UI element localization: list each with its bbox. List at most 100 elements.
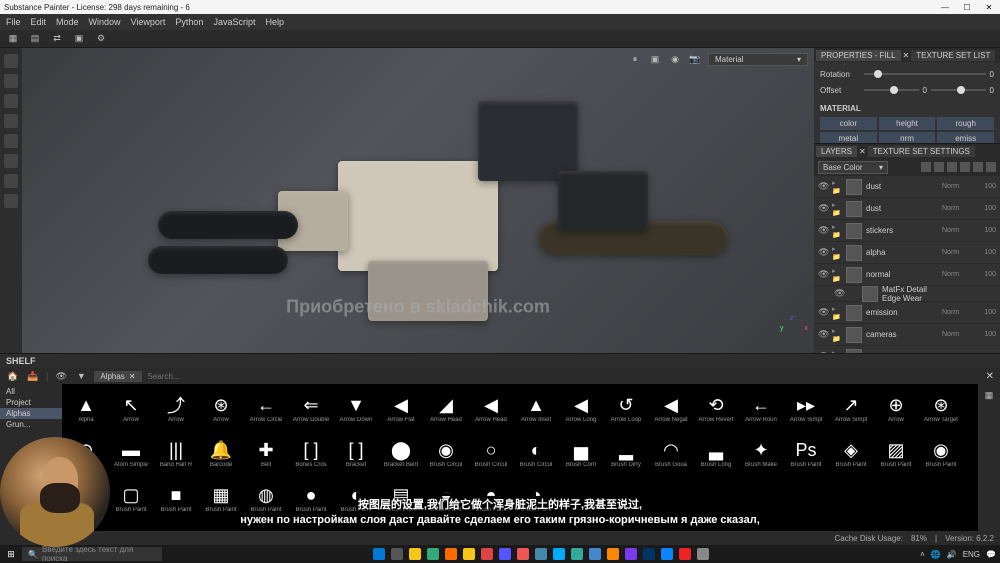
alpha-item[interactable]: ↖Arrow <box>109 386 153 430</box>
taskbar-app[interactable] <box>641 547 657 561</box>
folder-icon[interactable]: ▸📁 <box>832 201 842 217</box>
layer-item[interactable]: 👁MatFx Detail Edge Wear <box>814 286 1000 302</box>
projection-tool-icon[interactable] <box>4 94 18 108</box>
alpha-item[interactable]: ◀Arrow Long <box>559 386 603 430</box>
folder-icon[interactable]: ▸📁 <box>832 245 842 261</box>
layer-item[interactable]: 👁▸📁stickersNorm100 <box>814 220 1000 242</box>
clone-tool-icon[interactable] <box>4 154 18 168</box>
menu-javascript[interactable]: JavaScript <box>213 17 255 27</box>
cube-icon[interactable]: ▣ <box>72 32 86 46</box>
folder-icon[interactable]: ▸📁 <box>832 305 842 321</box>
alpha-item[interactable]: ◀Arrow Negat <box>649 386 693 430</box>
visibility-icon[interactable]: 👁 <box>818 351 828 353</box>
folder-icon[interactable]: ▸📁 <box>832 349 842 354</box>
layer-item[interactable]: 👁▸📁emissionNorm100 <box>814 302 1000 324</box>
render-icon[interactable]: ▣ <box>648 52 662 66</box>
taskbar-app[interactable] <box>389 547 405 561</box>
settings-icon[interactable]: ⚙ <box>94 32 108 46</box>
shelf-cat-all[interactable]: All <box>0 386 62 397</box>
alpha-item[interactable]: ▃Brush Long <box>694 431 738 475</box>
add-folder-icon[interactable] <box>973 162 983 172</box>
add-fill-icon[interactable] <box>960 162 970 172</box>
shelf-filter-chip[interactable]: Alphas ✕ <box>94 371 141 382</box>
alpha-item[interactable]: ◐Brush Circul <box>514 431 558 475</box>
add-mask-icon[interactable] <box>934 162 944 172</box>
system-tray[interactable]: ˄ 🌐 🔊 ENG 💬 <box>920 550 996 559</box>
symmetry-icon[interactable]: ⇄ <box>50 32 64 46</box>
taskbar-app[interactable] <box>371 547 387 561</box>
brush-tool-icon[interactable] <box>4 54 18 68</box>
picker-tool-icon[interactable] <box>4 174 18 188</box>
taskbar-app[interactable] <box>533 547 549 561</box>
tab-layers[interactable]: LAYERS <box>816 146 857 157</box>
viewport-mode-dropdown[interactable]: Material ▾ <box>708 53 808 66</box>
alpha-item[interactable]: ←Arrow Circle <box>244 386 288 430</box>
channel-metal[interactable]: metal <box>820 132 877 143</box>
alpha-item[interactable]: ▂Brush Dirty <box>604 431 648 475</box>
shelf-cat-alphas[interactable]: Alphas <box>0 408 62 419</box>
alpha-item[interactable]: ✦Brush Make <box>739 431 783 475</box>
alpha-item[interactable]: ◢Arrow Head <box>424 386 468 430</box>
alpha-item[interactable]: ↺Arrow Loop <box>604 386 648 430</box>
taskbar-app[interactable] <box>605 547 621 561</box>
grid4-icon[interactable]: ▤ <box>28 32 42 46</box>
shelf-cat-grun...[interactable]: Grun... <box>0 419 62 430</box>
taskbar-app[interactable] <box>407 547 423 561</box>
taskbar-app[interactable] <box>515 547 531 561</box>
tray-network-icon[interactable]: 🌐 <box>931 550 941 559</box>
alpha-item[interactable]: ▬Atom Simple <box>109 431 153 475</box>
taskbar-app[interactable] <box>479 547 495 561</box>
alpha-item[interactable]: ▲Arrow Inset <box>514 386 558 430</box>
layer-item[interactable]: 👁▸📁dustNorm100 <box>814 176 1000 198</box>
blend-mode-dropdown[interactable]: Base Color ▾ <box>818 161 888 174</box>
layer-item[interactable]: 👁▸📁dustNorm100 <box>814 198 1000 220</box>
shelf-search-input[interactable] <box>148 372 228 381</box>
viewport-3d[interactable]: ⏸ ▣ ◉ 📷 Material ▾ Приобретено в skladch… <box>22 48 814 353</box>
alpha-item[interactable]: ◉Brush Paint <box>919 431 963 475</box>
alpha-item[interactable]: ▸▸Arrow Simpl <box>784 386 828 430</box>
visibility-icon[interactable]: 👁 <box>818 329 828 340</box>
alpha-item[interactable]: ▢Brush Paint <box>109 476 153 520</box>
alpha-item[interactable]: ○Brush Circul <box>469 431 513 475</box>
fill-tool-icon[interactable] <box>4 114 18 128</box>
start-button[interactable]: ⊞ <box>4 547 18 561</box>
menu-window[interactable]: Window <box>89 17 121 27</box>
shelf-import-icon[interactable]: 📥 <box>26 369 40 383</box>
alpha-item[interactable]: ⟲Arrow Revert <box>694 386 738 430</box>
visibility-icon[interactable]: 👁 <box>834 288 844 299</box>
taskbar-app[interactable] <box>659 547 675 561</box>
visibility-icon[interactable]: 👁 <box>818 269 828 280</box>
alpha-item[interactable]: ⊛Arrow Target <box>919 386 963 430</box>
tab-close-icon[interactable]: ✕ <box>859 147 866 156</box>
layer-item[interactable]: 👁▸📁alphaNorm100 <box>814 242 1000 264</box>
menu-edit[interactable]: Edit <box>31 17 47 27</box>
taskbar-app[interactable] <box>461 547 477 561</box>
close-button[interactable]: ✕ <box>982 3 996 12</box>
layer-item[interactable]: 👁▸📁hornNorm100 <box>814 346 1000 353</box>
alpha-item[interactable]: ←Arrow Roun <box>739 386 783 430</box>
folder-icon[interactable]: ▸📁 <box>832 179 842 195</box>
folder-icon[interactable]: ▸📁 <box>832 267 842 283</box>
visibility-icon[interactable]: 👁 <box>818 307 828 318</box>
tab-properties[interactable]: PROPERTIES - FILL <box>816 50 901 61</box>
menu-python[interactable]: Python <box>175 17 203 27</box>
pause-icon[interactable]: ⏸ <box>628 52 642 66</box>
alpha-item[interactable]: ⊕Arrow <box>874 386 918 430</box>
folder-icon[interactable]: ▸📁 <box>832 327 842 343</box>
taskbar-search[interactable]: 🔍 Введите здесь текст для поиска <box>22 547 162 561</box>
taskbar-app[interactable] <box>695 547 711 561</box>
alpha-item[interactable]: |||Band Half R <box>154 431 198 475</box>
channel-height[interactable]: height <box>879 117 936 130</box>
minimize-button[interactable]: — <box>938 3 952 12</box>
rotation-slider[interactable] <box>864 73 986 75</box>
tab-texture-set-settings[interactable]: TEXTURE SET SETTINGS <box>868 146 975 157</box>
taskbar-app[interactable] <box>551 547 567 561</box>
menu-file[interactable]: File <box>6 17 21 27</box>
channel-rough[interactable]: rough <box>937 117 994 130</box>
folder-icon[interactable]: ▸📁 <box>832 223 842 239</box>
shelf-home-icon[interactable]: 🏠 <box>6 369 20 383</box>
alpha-item[interactable]: 🔔Barcode <box>199 431 243 475</box>
channel-emiss[interactable]: emiss <box>937 132 994 143</box>
view-icon[interactable]: ◉ <box>668 52 682 66</box>
taskbar-app[interactable] <box>497 547 513 561</box>
